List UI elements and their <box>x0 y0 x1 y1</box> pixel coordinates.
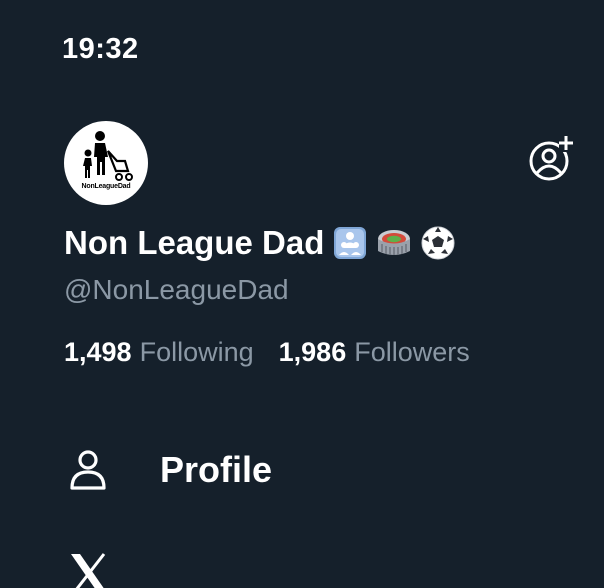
status-bar-time: 19:32 <box>62 33 139 65</box>
following-count: 1,498 <box>64 337 132 367</box>
menu-item-label: Profile <box>160 449 273 490</box>
add-account-button[interactable] <box>525 134 575 184</box>
avatar[interactable]: NonLeagueDad <box>64 121 148 205</box>
stadium-icon <box>376 225 412 261</box>
following-link[interactable]: 1,498 Following <box>64 337 254 368</box>
avatar-caption: NonLeagueDad <box>81 183 131 190</box>
family-icon <box>332 225 368 261</box>
follow-stats: 1,498 Following 1,986 Followers <box>64 337 470 368</box>
display-name-row: Non League Dad <box>64 222 456 264</box>
profile-handle[interactable]: @NonLeagueDad <box>64 274 289 306</box>
soccer-ball-icon <box>420 225 456 261</box>
avatar-logo-icon <box>83 131 133 181</box>
menu-item-partial[interactable] <box>64 548 564 588</box>
followers-count: 1,986 <box>278 337 347 367</box>
followers-link[interactable]: 1,986 Followers <box>279 337 470 368</box>
menu-item-profile[interactable]: Profile <box>64 440 564 500</box>
following-label: Following <box>139 337 254 367</box>
person-icon <box>64 446 112 494</box>
add-account-icon <box>529 136 573 181</box>
display-name: Non League Dad <box>64 224 325 261</box>
followers-label: Followers <box>354 337 470 367</box>
x-logo-icon <box>68 552 108 588</box>
